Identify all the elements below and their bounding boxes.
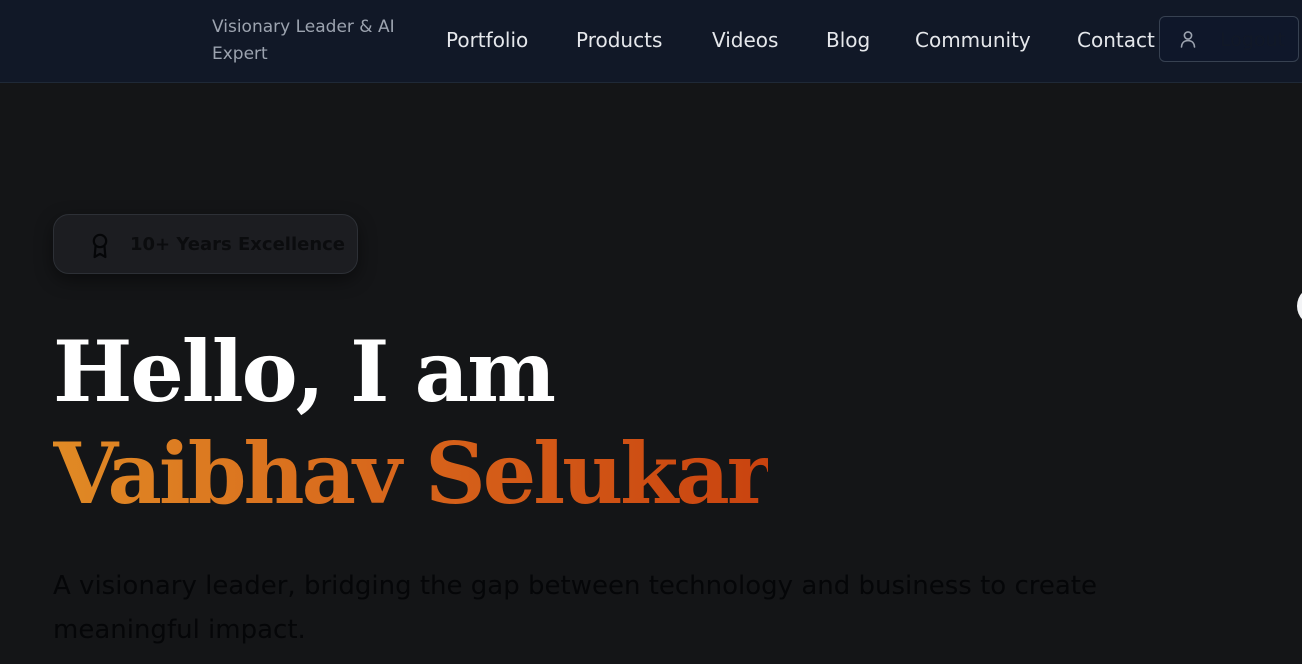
nav-link-blog[interactable]: Blog — [826, 28, 870, 52]
floating-action-button[interactable] — [1297, 286, 1302, 326]
nav-link-contact[interactable]: Contact — [1077, 28, 1155, 52]
experience-badge: 10+ Years Excellence — [53, 214, 358, 274]
hero-intro: A visionary leader, bridging the gap bet… — [53, 571, 1097, 645]
hero-greeting: Hello, I am — [53, 322, 556, 421]
award-icon — [92, 233, 108, 259]
hero-name: Vaibhav Selukar — [53, 424, 771, 523]
logout-label: Logout — [1220, 29, 1286, 51]
site-tagline: Visionary Leader & AI Expert — [212, 17, 395, 64]
user-icon — [1180, 31, 1196, 48]
nav-link-videos[interactable]: Videos — [712, 28, 778, 52]
nav-link-portfolio[interactable]: Portfolio — [446, 28, 528, 52]
nav-link-products[interactable]: Products — [576, 28, 662, 52]
site-header: Visionary Leader & AI Expert Portfolio P… — [0, 0, 1302, 83]
logout-button[interactable]: Logout — [1159, 16, 1299, 62]
badge-label: 10+ Years Excellence — [130, 234, 346, 255]
nav-link-community[interactable]: Community — [915, 28, 1031, 52]
